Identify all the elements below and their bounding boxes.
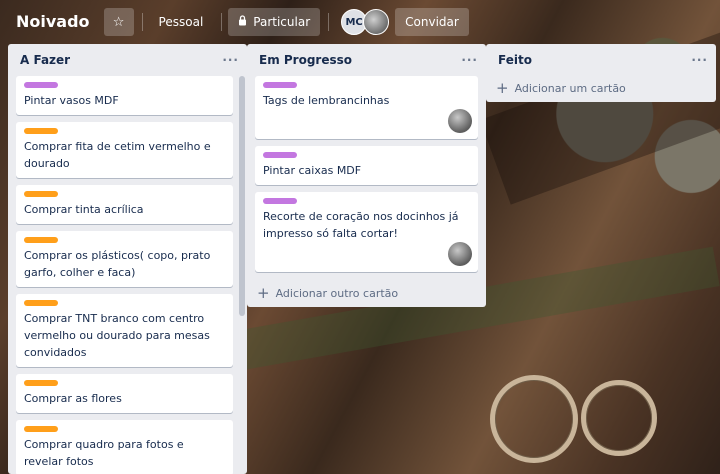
list-a-fazer: A Fazer ··· Pintar vasos MDF Comprar fit… xyxy=(8,44,247,474)
card-label-orange[interactable] xyxy=(24,380,58,386)
list-title[interactable]: Feito xyxy=(498,53,532,67)
card-label-purple[interactable] xyxy=(263,152,297,158)
invite-label: Convidar xyxy=(405,15,459,29)
header-divider xyxy=(221,13,223,31)
card-title: Tags de lembrancinhas xyxy=(263,94,390,107)
card-title: Recorte de coração nos docinhos já impre… xyxy=(263,210,459,240)
background-ring xyxy=(581,380,657,456)
card-title: Pintar vasos MDF xyxy=(24,94,119,107)
card[interactable]: Comprar fita de cetim vermelho e dourado xyxy=(16,122,233,178)
card[interactable]: Comprar tinta acrílica xyxy=(16,185,233,224)
plus-icon: + xyxy=(496,78,509,97)
card-label-purple[interactable] xyxy=(263,198,297,204)
card[interactable]: Recorte de coração nos docinhos já impre… xyxy=(255,192,478,272)
more-horizontal-icon[interactable]: ··· xyxy=(461,53,478,67)
card-title: Comprar tinta acrílica xyxy=(24,203,144,216)
card-title: Comprar quadro para fotos e revelar foto… xyxy=(24,438,184,468)
card-label-orange[interactable] xyxy=(24,300,58,306)
card-container: Pintar vasos MDF Comprar fita de cetim v… xyxy=(8,76,247,474)
card-title: Comprar fita de cetim vermelho e dourado xyxy=(24,140,211,170)
card[interactable]: Comprar TNT branco com centro vermelho o… xyxy=(16,294,233,367)
list-scrollbar[interactable] xyxy=(239,76,245,316)
card[interactable]: Comprar quadro para fotos e revelar foto… xyxy=(16,420,233,474)
card[interactable]: Pintar caixas MDF xyxy=(255,146,478,185)
lock-icon xyxy=(238,15,247,29)
workspace-label: Pessoal xyxy=(158,15,204,29)
star-icon: ☆ xyxy=(112,14,125,30)
header-divider xyxy=(141,13,143,31)
card-label-purple[interactable] xyxy=(263,82,297,88)
more-horizontal-icon[interactable]: ··· xyxy=(691,53,708,67)
plus-icon: + xyxy=(257,283,270,302)
background-ring xyxy=(490,375,578,463)
card-title: Comprar os plásticos( copo, prato garfo,… xyxy=(24,249,211,279)
avatar[interactable] xyxy=(363,9,390,35)
card-title: Comprar as flores xyxy=(24,392,122,405)
more-horizontal-icon[interactable]: ··· xyxy=(222,53,239,67)
add-card-button[interactable]: + Adicionar outro cartão xyxy=(247,279,486,307)
add-card-label: Adicionar outro cartão xyxy=(275,286,399,300)
list-feito: Feito ··· + Adicionar um cartão xyxy=(486,44,716,102)
card[interactable]: Tags de lembrancinhas xyxy=(255,76,478,139)
list-em-progresso: Em Progresso ··· Tags de lembrancinhas P… xyxy=(247,44,486,307)
card-label-orange[interactable] xyxy=(24,237,58,243)
board-title[interactable]: Noivado xyxy=(8,7,98,37)
add-card-button[interactable]: + Adicionar um cartão xyxy=(486,74,716,102)
board-header: Noivado ☆ Pessoal Particular MC Convidar xyxy=(0,0,720,44)
add-card-label: Adicionar um cartão xyxy=(514,81,626,95)
board-members: MC xyxy=(341,9,390,35)
card-label-orange[interactable] xyxy=(24,128,58,134)
list-title[interactable]: Em Progresso xyxy=(259,53,352,67)
card-title: Pintar caixas MDF xyxy=(263,164,362,177)
visibility-label: Particular xyxy=(253,15,311,29)
card-title: Comprar TNT branco com centro vermelho o… xyxy=(24,312,210,359)
card-label-orange[interactable] xyxy=(24,191,58,197)
card-container: Tags de lembrancinhas Pintar caixas MDF … xyxy=(247,76,486,272)
card-member-avatar[interactable] xyxy=(448,109,472,133)
card[interactable]: Comprar os plásticos( copo, prato garfo,… xyxy=(16,231,233,287)
list-header[interactable]: A Fazer ··· xyxy=(8,44,247,76)
list-header[interactable]: Em Progresso ··· xyxy=(247,44,486,76)
invite-button[interactable]: Convidar xyxy=(395,8,469,36)
header-divider xyxy=(328,13,330,31)
list-title[interactable]: A Fazer xyxy=(20,53,70,67)
visibility-button[interactable]: Particular xyxy=(228,8,321,36)
card-label-orange[interactable] xyxy=(24,426,58,432)
star-button[interactable]: ☆ xyxy=(103,8,134,36)
workspace-button[interactable]: Pessoal xyxy=(149,8,214,36)
card[interactable]: Comprar as flores xyxy=(16,374,233,413)
list-header[interactable]: Feito ··· xyxy=(486,44,716,76)
card[interactable]: Pintar vasos MDF xyxy=(16,76,233,115)
card-label-purple[interactable] xyxy=(24,82,58,88)
card-member-avatar[interactable] xyxy=(448,242,472,266)
